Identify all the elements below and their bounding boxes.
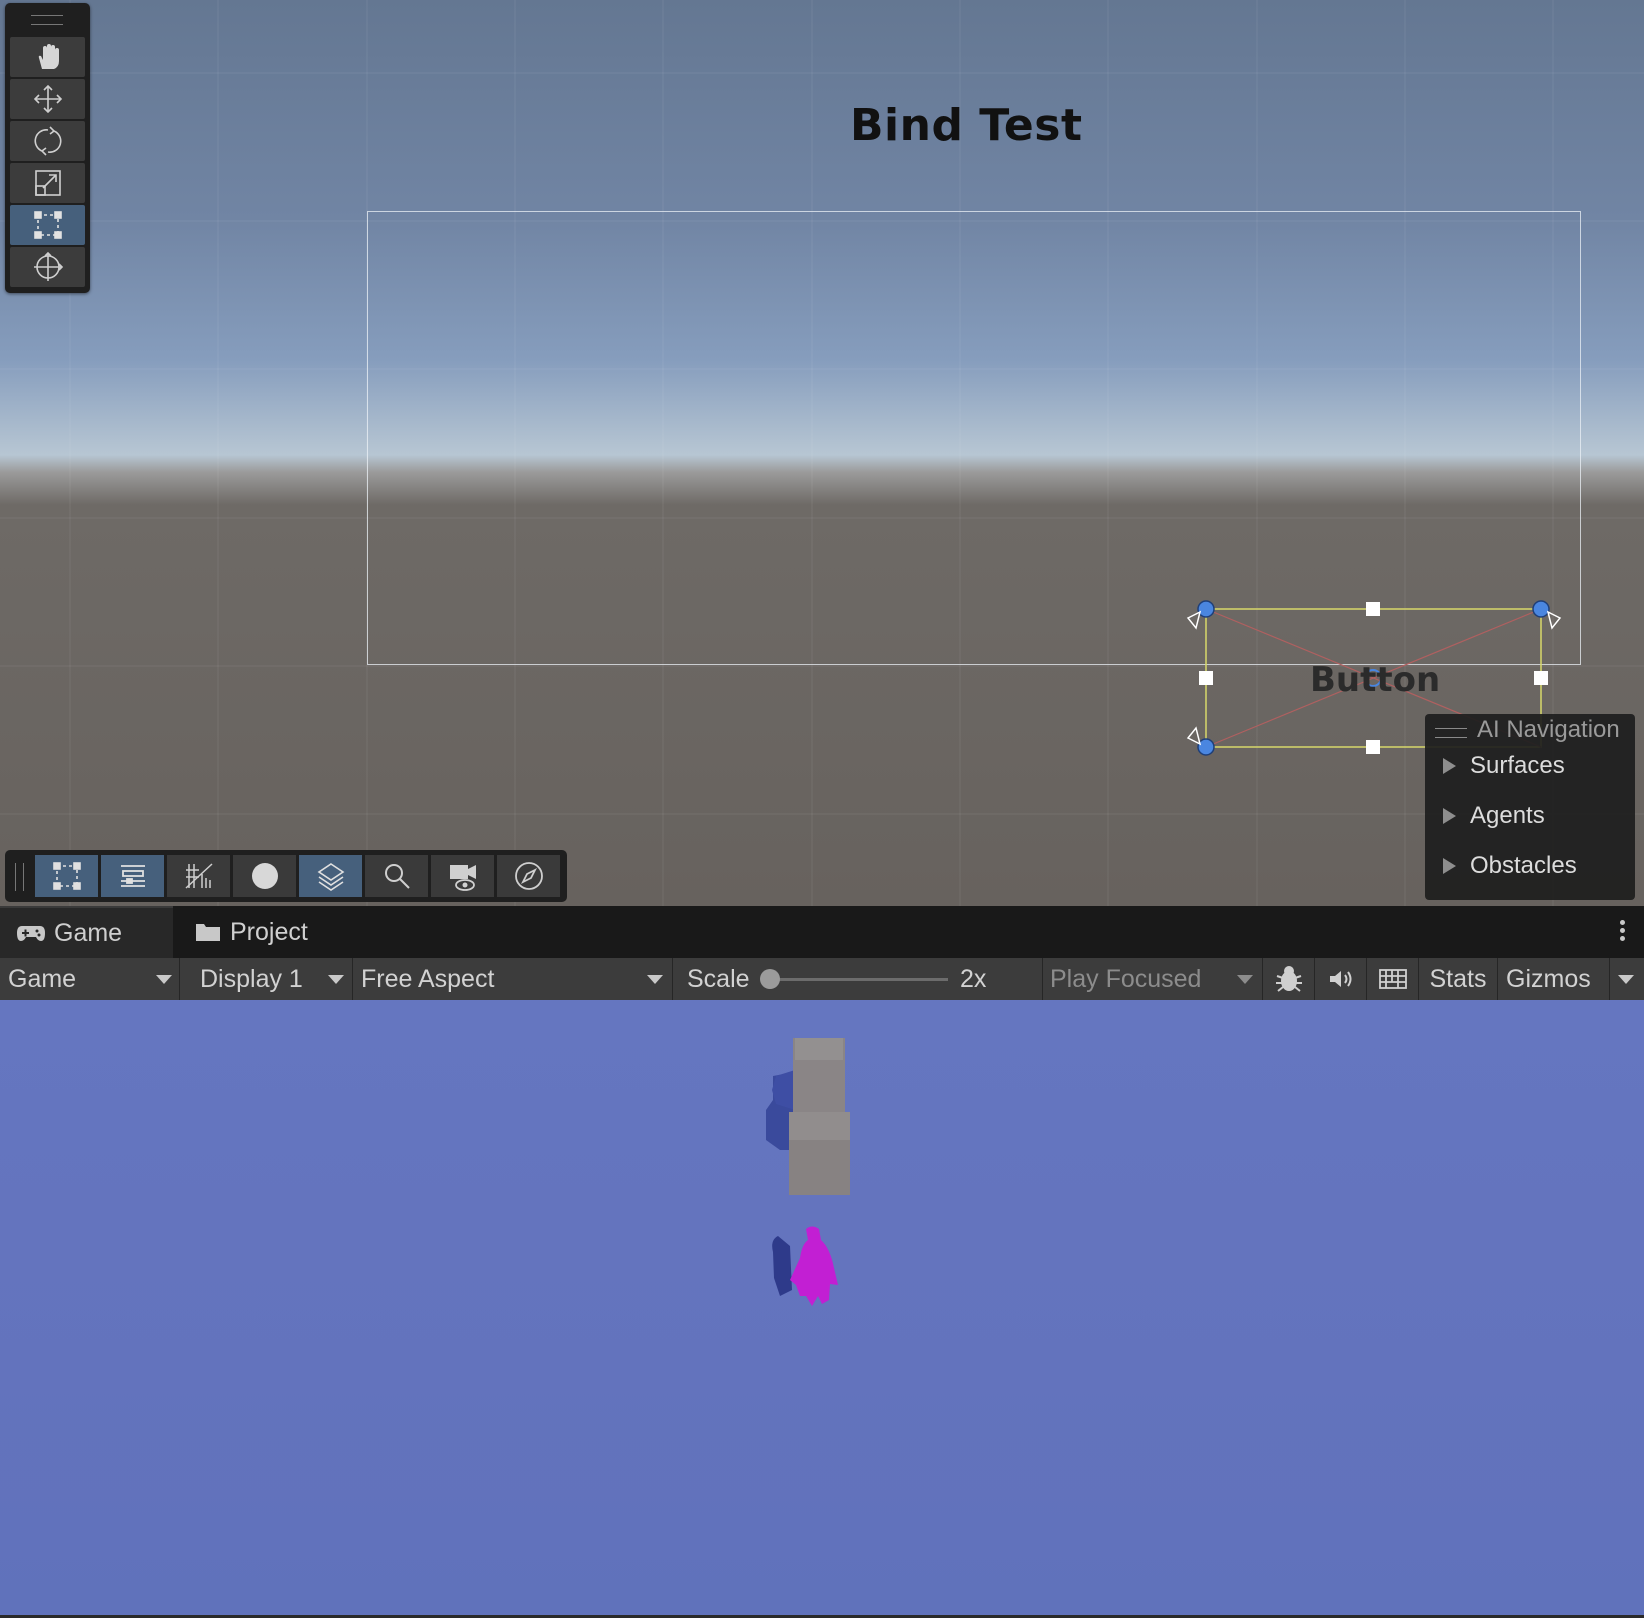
scene-view[interactable]: Bind Test Button AI Navigation Surfaces … [0,0,1644,906]
tab-project-label: Project [230,917,308,946]
game-mode-value: Game [8,964,77,993]
nav-item-agents[interactable]: Agents [1443,802,1545,830]
search-icon [384,864,410,889]
aspect-dropdown[interactable]: Free Aspect [353,958,673,1000]
stats-button[interactable]: Stats [1419,958,1498,1000]
shading-overlay-icon [251,863,278,889]
ui-overlay-button[interactable] [101,855,164,897]
scale-tool-button[interactable] [10,163,85,203]
compass-overlay-button[interactable] [497,855,560,897]
chevron-down-icon [156,975,172,984]
move-tool-icon [33,84,62,114]
rotate-tool-icon [33,126,62,156]
gizmos-label: Gizmos [1506,964,1591,993]
grid-overlay-icon [184,863,213,889]
more-options-icon[interactable] [1620,920,1626,944]
transform-tool-icon [33,251,63,281]
expand-arrow-icon [1443,808,1456,824]
button-text[interactable]: Button [1310,660,1440,700]
rect-overlay-button[interactable] [35,855,98,897]
aspect-value: Free Aspect [361,964,495,993]
rect-overlay-icon [52,862,81,890]
play-mode-value: Play Focused [1050,964,1202,993]
shading-overlay-button[interactable] [233,855,296,897]
keyboard-icon [1378,969,1407,989]
play-mode-dropdown[interactable]: Play Focused [1043,958,1263,1000]
search-overlay-button[interactable] [365,855,428,897]
chevron-down-icon [1237,975,1253,984]
pillar-base-top [789,1112,850,1140]
grid-overlay-button[interactable] [167,855,230,897]
nav-item-label: Obstacles [1470,852,1577,879]
layer-overlay-button[interactable] [299,855,362,897]
game-toolbar: Game Display 1 Free Aspect Scale 2x Play… [0,958,1644,1001]
tab-bar: Game Project [0,906,1644,958]
stats-label: Stats [1429,964,1487,993]
nav-item-label: Surfaces [1470,752,1565,779]
layer-overlay-icon [317,863,344,891]
scale-slider-handle[interactable] [760,969,780,989]
gizmos-dropdown[interactable] [1610,958,1644,1000]
debug-button[interactable] [1263,958,1315,1000]
folder-icon [196,924,220,941]
character-shadow [772,1236,792,1296]
transform-tool-button[interactable] [10,247,85,287]
scale-value: 2x [960,964,987,993]
mute-audio-button[interactable] [1315,958,1367,1000]
speaker-icon [1329,971,1351,987]
character [790,1226,838,1306]
shortcuts-button[interactable] [1367,958,1419,1000]
move-tool-button[interactable] [10,79,85,119]
game-mode-dropdown[interactable]: Game [0,958,180,1000]
chevron-down-icon [1618,975,1634,984]
expand-arrow-icon [1443,758,1456,774]
scale-label: Scale [687,964,750,993]
overlay-toolbar [5,850,567,902]
scale-tool-icon [34,170,61,196]
expand-arrow-icon [1443,858,1456,874]
rect-tool-button[interactable] [10,205,85,245]
camera-overlay-button[interactable] [431,855,494,897]
compass-icon [514,862,543,890]
ai-navigation-panel: AI Navigation Surfaces Agents Obstacles [1425,714,1635,900]
ui-overlay-icon [120,865,145,887]
tool-palette [5,3,90,293]
scale-slider-track[interactable] [770,978,948,981]
hand-tool-button[interactable] [10,37,85,77]
rotate-tool-button[interactable] [10,121,85,161]
ai-navigation-title: AI Navigation [1477,716,1620,743]
drag-handle-icon[interactable] [31,15,63,25]
gizmos-button[interactable]: Gizmos [1498,958,1610,1000]
canvas-bounds [367,211,1581,665]
nav-item-label: Agents [1470,802,1545,829]
drag-handle-icon[interactable] [15,863,24,891]
tab-project[interactable]: Project [190,906,308,958]
display-dropdown[interactable]: Display 1 [180,958,353,1000]
hand-tool-icon [38,44,59,69]
chevron-down-icon [328,975,344,984]
nav-item-surfaces[interactable]: Surfaces [1443,752,1565,780]
rect-tool-icon [33,211,62,239]
display-value: Display 1 [200,964,303,993]
bug-icon [1275,966,1302,992]
game-view[interactable] [0,1000,1644,1618]
scene-title-text[interactable]: Bind Test [850,100,1083,151]
gamepad-icon [17,926,45,941]
nav-item-obstacles[interactable]: Obstacles [1443,852,1577,880]
game-render [766,1038,850,1306]
chevron-down-icon [647,975,663,984]
pillar-cap [795,1038,843,1060]
camera-overlay-icon [449,865,476,891]
drag-handle-icon[interactable] [1435,728,1467,738]
tab-game-label: Game [54,918,123,947]
tab-game[interactable]: Game [0,906,173,958]
